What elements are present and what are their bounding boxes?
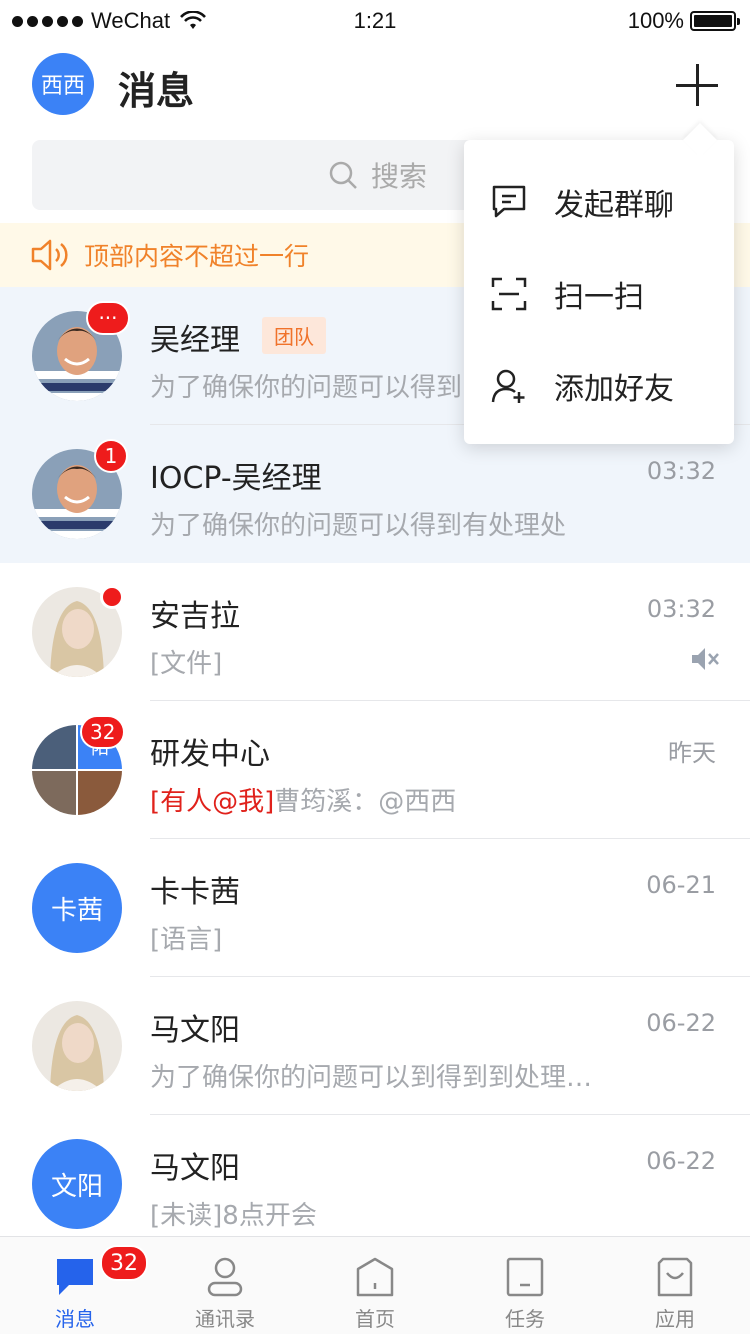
chat-name: IOCP-吴经理 xyxy=(150,461,322,496)
tab-label: 消息 xyxy=(55,1307,95,1331)
tab-label: 首页 xyxy=(355,1307,395,1331)
avatar xyxy=(32,1001,122,1091)
unread-dot xyxy=(100,585,124,609)
message-icon xyxy=(57,1259,93,1295)
avatar: 文阳 xyxy=(32,1139,122,1229)
menu-item-group-chat[interactable]: 发起群聊 xyxy=(464,156,734,248)
chat-name: 马文阳 xyxy=(150,1151,240,1186)
add-user-icon xyxy=(491,369,525,403)
chat-time: 03:32 xyxy=(646,595,716,623)
scan-icon xyxy=(491,277,527,311)
chat-name: 研发中心 xyxy=(150,737,270,772)
apps-icon xyxy=(657,1257,693,1297)
plus-menu: 发起群聊 扫一扫 添加好友 xyxy=(464,140,734,444)
menu-item-label: 扫一扫 xyxy=(554,280,644,315)
search-icon xyxy=(329,161,357,189)
chat-name: 吴经理 xyxy=(150,323,240,358)
chat-preview: 为了确保你的问题可以得到有处理处 xyxy=(150,511,567,541)
tab-home[interactable]: 首页 xyxy=(300,1237,450,1334)
chat-item[interactable]: 马文阳 06-22 为了确保你的问题可以到得到到处理… xyxy=(0,977,750,1115)
tab-messages[interactable]: 32 消息 xyxy=(0,1237,150,1334)
header: 西西 消息 xyxy=(0,40,750,136)
battery-icon xyxy=(690,11,740,31)
chat-preview: [有人@我]曹筠溪：@西西 xyxy=(150,781,456,818)
avatar[interactable]: 西西 xyxy=(32,53,94,115)
chat-item[interactable]: 1 IOCP-吴经理 03:32 为了确保你的问题可以得到有处理处 xyxy=(0,425,750,563)
chat-time: 03:32 xyxy=(646,457,716,485)
chat-preview: [文件] xyxy=(150,649,223,679)
tab-label: 任务 xyxy=(505,1307,545,1331)
mention-tag: [有人@我] xyxy=(150,787,275,817)
search-placeholder: 搜索 xyxy=(370,160,427,193)
plus-button[interactable] xyxy=(670,58,726,114)
tab-tasks[interactable]: 任务 xyxy=(450,1237,600,1334)
chat-item[interactable]: 文阳 马文阳 06-22 [未读]8点开会 xyxy=(0,1115,750,1253)
notice-text: 顶部内容不超过一行 xyxy=(84,242,310,271)
contacts-icon xyxy=(207,1257,243,1297)
chat-item[interactable]: 阳 32 研发中心 昨天 [有人@我]曹筠溪：@西西 xyxy=(0,701,750,839)
more-badge: ··· xyxy=(86,301,130,335)
menu-item-scan[interactable]: 扫一扫 xyxy=(464,248,734,340)
battery-percent: 100% xyxy=(627,8,684,33)
chat-time: 06-22 xyxy=(646,1009,716,1037)
home-icon xyxy=(356,1257,394,1297)
chat-name: 安吉拉 xyxy=(150,599,240,634)
chat-bubble-icon xyxy=(492,185,526,218)
speaker-icon xyxy=(31,239,68,271)
menu-item-label: 发起群聊 xyxy=(554,188,674,223)
chat-preview: [未读]8点开会 xyxy=(150,1201,317,1231)
chat-preview: 为了确保你的问题可以得到 xyxy=(150,373,463,403)
tab-apps[interactable]: 应用 xyxy=(600,1237,750,1334)
chat-name: 卡卡茜 xyxy=(150,875,240,910)
mute-icon xyxy=(692,648,719,670)
tab-label: 应用 xyxy=(655,1307,695,1331)
menu-item-add-friend[interactable]: 添加好友 xyxy=(464,340,734,432)
chat-item[interactable]: 安吉拉 03:32 [文件] xyxy=(0,563,750,701)
menu-item-label: 添加好友 xyxy=(554,372,674,407)
chat-time: 06-22 xyxy=(646,1147,716,1175)
avatar: 卡茜 xyxy=(32,863,122,953)
chat-preview: 为了确保你的问题可以到得到到处理… xyxy=(150,1063,593,1093)
chat-preview: [语言] xyxy=(150,925,223,955)
unread-badge: 1 xyxy=(94,439,128,473)
page-title: 消息 xyxy=(118,69,195,113)
preview-text: 曹筠溪：@西西 xyxy=(274,787,457,817)
chat-name: 马文阳 xyxy=(150,1013,240,1048)
chat-time: 昨天 xyxy=(668,739,716,767)
tab-label: 通讯录 xyxy=(195,1307,255,1331)
status-right: 100% xyxy=(627,8,740,34)
task-icon xyxy=(506,1257,544,1297)
team-tag: 团队 xyxy=(262,317,326,354)
tab-bar: 32 消息 通讯录 首页 任务 应用 xyxy=(0,1236,750,1334)
chat-item[interactable]: 卡茜 卡卡茜 06-21 [语言] xyxy=(0,839,750,977)
unread-badge: 32 xyxy=(100,1245,148,1281)
chat-time: 06-21 xyxy=(646,871,716,899)
unread-badge: 32 xyxy=(80,715,126,749)
tab-contacts[interactable]: 通讯录 xyxy=(150,1237,300,1334)
status-bar: WeChat 1:21 100% xyxy=(0,0,750,40)
